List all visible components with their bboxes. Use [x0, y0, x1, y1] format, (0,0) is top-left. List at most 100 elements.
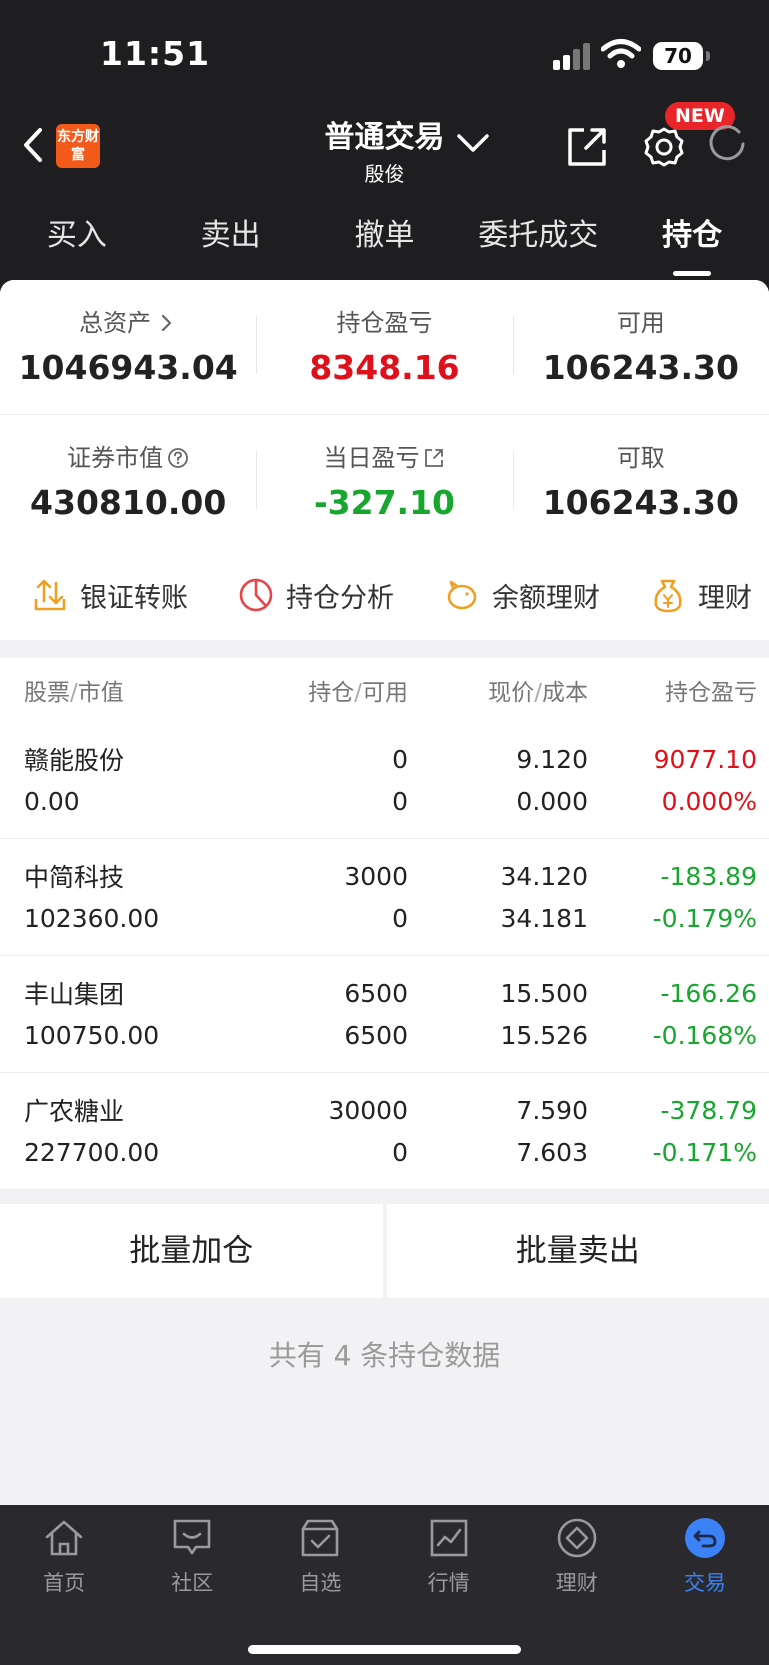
- stock-market-value: 100750.00: [24, 1020, 160, 1050]
- holding-qty: 30000: [328, 1095, 408, 1125]
- available-funds: 可用 106243.30: [512, 280, 769, 414]
- stock-market-value: 102360.00: [24, 903, 160, 933]
- tab-sell[interactable]: 卖出: [154, 200, 308, 280]
- col-price-header: 现价/成本: [488, 680, 588, 706]
- shortcut-label: 持仓分析: [286, 582, 394, 614]
- table-header: 股票/市值 持仓/可用 现价/成本 持仓盈亏: [0, 658, 769, 722]
- positions-table: 股票/市值 持仓/可用 现价/成本 持仓盈亏 赣能股份 0 9.120 9077…: [0, 658, 769, 1190]
- piggy-bank-icon: [447, 580, 477, 610]
- cost-price: 34.181: [500, 903, 588, 933]
- nav-label: 自选: [299, 1571, 342, 1595]
- market-value-value: 430810.00: [30, 483, 227, 522]
- shortcut-analysis[interactable]: 持仓分析: [238, 576, 394, 615]
- tab-orders[interactable]: 委托成交: [461, 200, 615, 280]
- nav-wealth[interactable]: 理财: [513, 1505, 641, 1610]
- divider: [0, 640, 769, 658]
- available-qty: 6500: [344, 1020, 408, 1050]
- positions-panel: 总资产 1046943.04 持仓盈亏 8348.16 可用 106243.30…: [0, 280, 769, 1505]
- batch-sell-button[interactable]: 批量卖出: [386, 1204, 769, 1298]
- external-link-icon: [425, 449, 444, 467]
- position-pl-amount: 9077.10: [653, 744, 757, 774]
- share-icon[interactable]: [564, 124, 610, 170]
- table-row[interactable]: 广农糖业 30000 7.590 -378.79 227700.00 0 7.6…: [0, 1073, 769, 1190]
- available-qty: 0: [392, 903, 408, 933]
- available-qty: 0: [392, 1137, 408, 1167]
- wifi-icon: [601, 39, 641, 68]
- cost-price: 7.603: [516, 1137, 588, 1167]
- position-pl-amount: -378.79: [660, 1095, 758, 1125]
- stock-market-value: 227700.00: [24, 1137, 160, 1167]
- wealth-icon: [557, 1518, 597, 1558]
- positions-count-note: 共有 4 条持仓数据: [268, 1339, 501, 1372]
- header-holding: 持仓: [308, 680, 355, 706]
- position-pl-percent: -0.179%: [652, 903, 757, 933]
- shortcut-transfer[interactable]: 银证转账: [32, 576, 188, 615]
- table-row[interactable]: 中简科技 3000 34.120 -183.89 102360.00 0 34.…: [0, 839, 769, 956]
- trade-mode-label[interactable]: 普通交易: [325, 112, 445, 156]
- daily-pl[interactable]: 当日盈亏 -327.10: [256, 415, 512, 550]
- position-pl-percent: -0.171%: [652, 1137, 757, 1167]
- shortcut-bar: 银证转账 持仓分析 余额理财 理财: [0, 550, 769, 640]
- nav-trade[interactable]: 交易: [641, 1505, 769, 1610]
- withdrawable-label: 可取: [616, 444, 665, 472]
- position-pl-amount: -166.26: [660, 978, 758, 1008]
- total-assets-label: 总资产: [79, 309, 152, 337]
- position-pl-amount: -183.89: [660, 861, 758, 891]
- nav-home[interactable]: 首页: [0, 1505, 128, 1610]
- current-price: 7.590: [516, 1095, 588, 1125]
- stock-name: 丰山集团: [24, 980, 125, 1009]
- withdrawable-funds: 可取 106243.30: [512, 415, 769, 550]
- transfer-icon: [34, 579, 66, 611]
- nav-label: 理财: [555, 1571, 598, 1595]
- header-price: 现价: [488, 680, 535, 706]
- header-available: 可用: [362, 680, 408, 706]
- total-assets[interactable]: 总资产 1046943.04: [0, 280, 256, 414]
- money-bag-icon: [654, 579, 682, 613]
- nav-market[interactable]: 行情: [385, 1505, 513, 1610]
- shortcut-label: 理财: [698, 582, 752, 614]
- available-value: 106243.30: [542, 348, 739, 387]
- pie-chart-icon: [239, 578, 273, 612]
- holding-qty: 0: [392, 744, 408, 774]
- available-label: 可用: [616, 309, 665, 337]
- stock-name: 中简科技: [24, 863, 125, 892]
- tab-positions[interactable]: 持仓: [615, 200, 769, 280]
- cost-price: 0.000: [516, 786, 588, 816]
- tab-buy[interactable]: 买入: [0, 200, 154, 280]
- refresh-icon[interactable]: [705, 122, 749, 166]
- cellular-signal-icon: [553, 42, 593, 70]
- nav-community[interactable]: 社区: [128, 1505, 256, 1610]
- table-row[interactable]: 赣能股份 0 9.120 9077.10 0.00 0 0.000 0.000%: [0, 722, 769, 839]
- col-holding-header: 持仓/可用: [308, 680, 408, 706]
- trade-tabs: 买入 卖出 撤单 委托成交 持仓: [0, 200, 769, 280]
- app-header: 东方财富 普通交易 殷俊 NEW: [0, 100, 769, 200]
- trade-icon: [684, 1518, 725, 1558]
- nav-label: 社区: [171, 1571, 214, 1595]
- help-icon[interactable]: [167, 447, 189, 469]
- position-pl-percent: -0.168%: [652, 1020, 757, 1050]
- position-pl: 持仓盈亏 8348.16: [256, 280, 512, 414]
- shortcut-wealth[interactable]: 理财: [650, 576, 752, 615]
- position-pl-value: 8348.16: [309, 348, 460, 387]
- community-icon: [173, 1519, 211, 1555]
- gear-icon[interactable]: [641, 124, 687, 170]
- header-stock: 股票: [24, 680, 70, 706]
- current-price: 9.120: [516, 744, 588, 774]
- stock-name: 赣能股份: [24, 746, 125, 775]
- nav-watchlist[interactable]: 自选: [256, 1505, 384, 1610]
- status-bar: 11:51 70: [0, 0, 769, 100]
- batch-add-button[interactable]: 批量加仓: [0, 1204, 383, 1298]
- daily-pl-label: 当日盈亏: [323, 444, 420, 472]
- header-market-value: 市值: [77, 680, 124, 706]
- nav-label: 行情: [427, 1571, 470, 1595]
- home-icon: [45, 1520, 83, 1556]
- shortcut-label: 余额理财: [492, 582, 600, 614]
- table-row[interactable]: 丰山集团 6500 15.500 -166.26 100750.00 6500 …: [0, 956, 769, 1073]
- home-indicator[interactable]: [248, 1645, 521, 1654]
- nav-label: 交易: [683, 1571, 726, 1595]
- market-value: 证券市值 430810.00: [0, 415, 256, 550]
- shortcut-balance-wealth[interactable]: 余额理财: [444, 576, 600, 615]
- shortcut-label: 银证转账: [80, 582, 188, 614]
- chevron-down-icon[interactable]: [456, 130, 490, 156]
- tab-cancel[interactable]: 撤单: [308, 200, 462, 280]
